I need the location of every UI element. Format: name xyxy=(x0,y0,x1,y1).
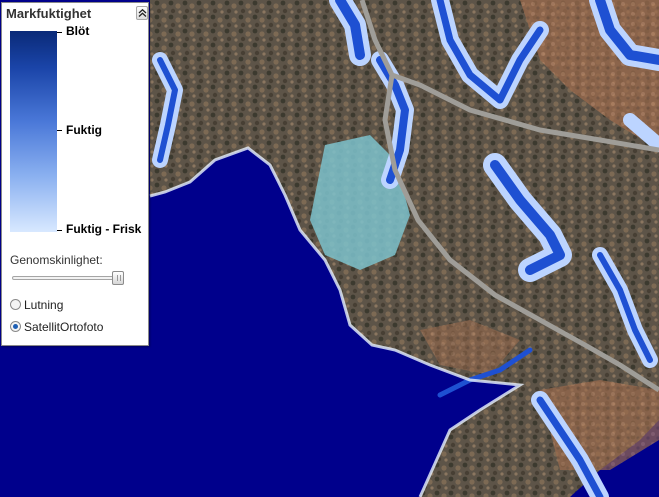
opacity-slider-track[interactable] xyxy=(12,276,124,280)
scale-tick xyxy=(57,32,62,33)
base-layer-option-satellit[interactable]: SatellitOrtofoto xyxy=(10,320,103,334)
base-layer-option-lutning[interactable]: Lutning xyxy=(10,298,63,312)
legend-title: Markfuktighet xyxy=(6,6,92,21)
chevron-up-icon xyxy=(138,8,147,17)
scale-label-moist: Fuktig xyxy=(66,123,102,137)
collapse-button[interactable] xyxy=(136,6,148,20)
scale-label-moist-fresh: Fuktig - Frisk xyxy=(66,222,142,236)
opacity-slider-handle[interactable] xyxy=(112,271,124,285)
scale-label-wet: Blöt xyxy=(66,24,90,38)
base-layer-label: Lutning xyxy=(24,298,64,312)
opacity-label: Genomskinlighet: xyxy=(10,253,103,267)
moisture-color-scale xyxy=(10,31,57,232)
scale-tick xyxy=(57,130,62,131)
base-layer-label: SatellitOrtofoto xyxy=(24,320,104,334)
scale-tick xyxy=(57,230,62,231)
radio-button[interactable] xyxy=(10,299,21,310)
radio-button[interactable] xyxy=(10,321,21,332)
legend-panel: Markfuktighet Blöt Fuktig Fuktig - Frisk… xyxy=(1,2,149,346)
